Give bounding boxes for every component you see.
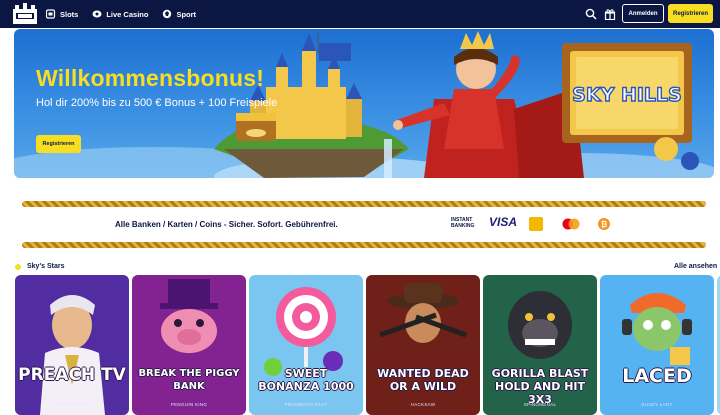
search-icon[interactable]	[585, 8, 597, 20]
game-tile[interactable]: GORILLA BLAST HOLD AND HIT 3X3 SPINOMENA…	[483, 275, 597, 415]
paysafecard-icon	[529, 217, 543, 231]
game-provider: SHADY LADY	[56, 402, 88, 407]
game-provider: PRAGMATIC PLAY	[284, 402, 328, 407]
svg-text:SKY HILLS: SKY HILLS	[572, 84, 682, 106]
game-tile[interactable]: PREACH TV SHADY LADY	[15, 275, 129, 415]
header-register-button[interactable]: Registrieren	[668, 4, 713, 23]
slot-machine-icon	[46, 9, 56, 19]
nav-sport-label: Sport	[176, 9, 197, 19]
live-casino-icon	[92, 10, 102, 18]
game-tile[interactable]: BREAK THE PIGGY BANK PENGUIN KING	[132, 275, 246, 415]
mastercard-icon	[562, 218, 580, 230]
game-title: LACED	[622, 365, 692, 387]
nav-live-casino-label: Live Casino	[106, 9, 149, 19]
top-header: Slots Live Casino Sport Anmelden Registr…	[0, 0, 720, 28]
skyhills-logo[interactable]	[12, 3, 38, 25]
game-art-laced	[600, 275, 714, 415]
section-dot-icon	[15, 264, 21, 270]
game-provider: HACKSAW	[410, 402, 436, 407]
game-title: WANTED DEAD OR A WILD	[377, 367, 469, 393]
see-all-link[interactable]: Alle ansehen	[674, 263, 717, 270]
game-title: SWEET BONANZA 1000	[258, 367, 354, 393]
game-art-sweet-bonanza	[249, 275, 363, 415]
welcome-banner[interactable]: SKY HILLS Willkommensbonus! Hol dir 200%…	[14, 29, 714, 178]
banner-register-button[interactable]: Registrieren	[36, 135, 81, 153]
game-tile[interactable]: LACED SHADY LADY	[600, 275, 714, 415]
game-art-wanted	[366, 275, 480, 415]
sport-ball-icon	[163, 9, 172, 19]
login-button[interactable]: Anmelden	[622, 4, 664, 23]
game-title: PREACH TV	[18, 365, 126, 385]
game-art-piggy-bank	[132, 275, 246, 415]
game-title: GORILLA BLAST HOLD AND HIT 3X3	[491, 367, 589, 406]
banner-title: Willkommensbonus!	[36, 65, 265, 91]
rope-divider-top	[22, 201, 706, 207]
rope-divider-bottom	[22, 242, 706, 248]
bitcoin-icon: ₿	[598, 218, 610, 230]
game-title: BREAK THE PIGGY BANK	[138, 368, 240, 392]
nav-slots[interactable]: Slots	[46, 9, 78, 19]
section-title: Sky's Stars	[27, 263, 65, 270]
banner-subtitle: Hol dir 200% bis zu 500 € Bonus + 100 Fr…	[36, 97, 278, 109]
game-tiles-row: PREACH TV SHADY LADY BREAK THE PIGGY BAN…	[15, 275, 720, 415]
nav-sport[interactable]: Sport	[162, 9, 196, 19]
main-nav: Slots Live Casino Sport	[46, 0, 196, 28]
nav-slots-label: Slots	[60, 9, 79, 19]
instant-banking-logo: INSTANT BANKING	[451, 217, 474, 229]
game-provider: SHADY LADY	[641, 402, 673, 407]
game-art-preach-tv	[15, 275, 129, 415]
game-provider: SPINOMENAL	[523, 402, 557, 407]
instant-banking-label: INSTANT BANKING	[451, 217, 475, 229]
visa-logo: VISA	[489, 215, 518, 229]
nav-live-casino[interactable]: Live Casino	[92, 9, 148, 19]
gift-icon[interactable]	[604, 8, 616, 20]
game-provider: PENGUIN KING	[170, 402, 208, 407]
game-tile[interactable]: SWEET BONANZA 1000 PRAGMATIC PLAY	[249, 275, 363, 415]
game-tile[interactable]: WANTED DEAD OR A WILD HACKSAW	[366, 275, 480, 415]
payment-info-text: Alle Banken / Karten / Coins - Sicher. S…	[115, 220, 338, 229]
